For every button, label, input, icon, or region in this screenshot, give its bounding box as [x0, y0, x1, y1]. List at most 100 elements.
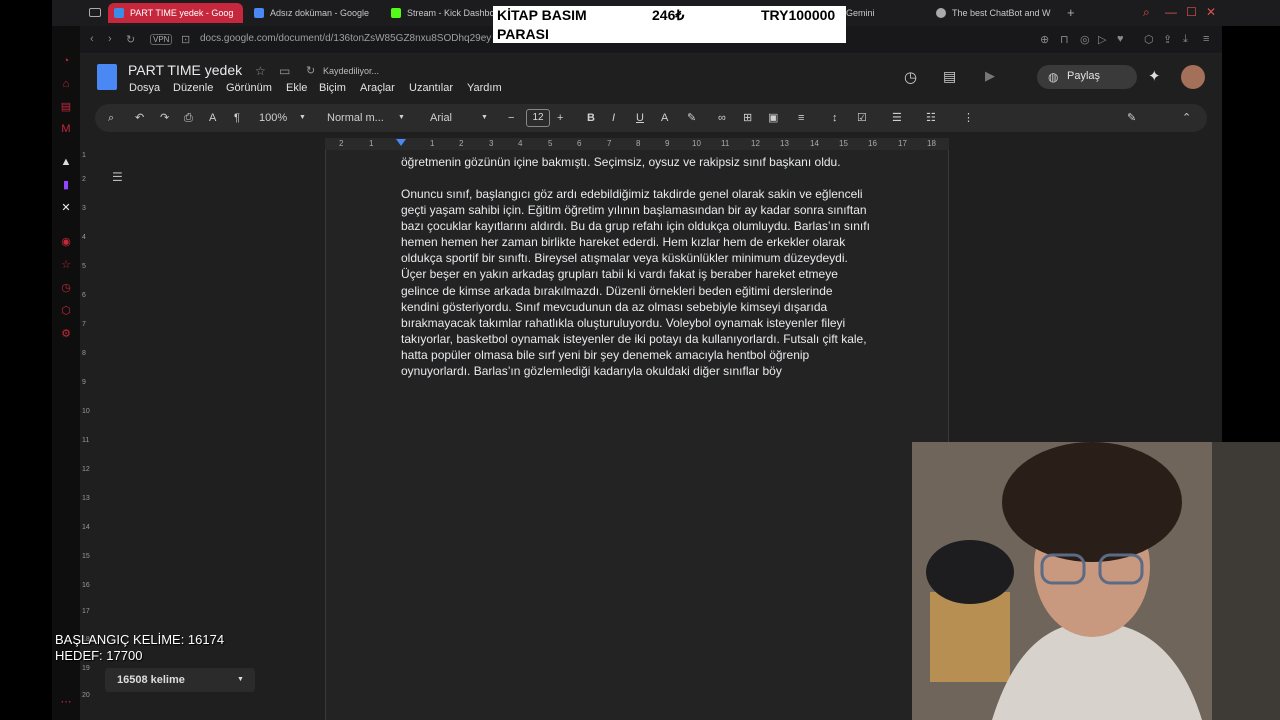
style-select[interactable]: Normal m...	[327, 112, 384, 124]
heart-icon[interactable]: ♥	[1117, 33, 1124, 45]
new-tab-button[interactable]: +	[1067, 5, 1075, 20]
paragraph-main: Onuncu sınıf, başlangıcı göz ardı edebil…	[401, 187, 870, 379]
close-window-icon[interactable]: ✕	[1206, 5, 1216, 19]
menu-bicim[interactable]: Biçim	[319, 82, 346, 94]
player-icon[interactable]: ▷	[1098, 33, 1106, 46]
tab-adsiz[interactable]: Adsız doküman - Google	[248, 3, 378, 23]
vruler-number: 2	[82, 176, 86, 183]
document-title[interactable]: PART TIME yedek	[128, 62, 242, 78]
move-folder-icon[interactable]: ▭	[279, 64, 290, 78]
bullet-list-icon[interactable]: ☰	[892, 112, 902, 124]
menu-yardim[interactable]: Yardım	[467, 82, 502, 94]
share-button[interactable]: ◍ Paylaş	[1037, 65, 1137, 89]
undo-icon[interactable]: ↶	[135, 112, 144, 124]
sidebar-bag-icon[interactable]: ⌂	[59, 77, 73, 91]
back-icon[interactable]: ‹	[90, 33, 94, 45]
word-count-label: 16508 kelime	[117, 674, 185, 686]
chevron-down-icon: ▼	[237, 676, 244, 683]
sidebar-chat-icon[interactable]: ▤	[59, 100, 73, 114]
search-menus-icon[interactable]: ⌕	[108, 112, 114, 124]
menu-duzenle[interactable]: Düzenle	[173, 82, 213, 94]
spellcheck-icon[interactable]: A	[209, 112, 216, 124]
forward-icon[interactable]: ›	[108, 33, 112, 45]
tab-chatbot[interactable]: The best ChatBot and W	[930, 3, 1060, 23]
sidebar-player-icon[interactable]: ◉	[59, 235, 73, 249]
sidebar-app-icon[interactable]: ▲	[59, 155, 73, 169]
redo-icon[interactable]: ↷	[160, 112, 169, 124]
add-comment-icon[interactable]: ⊞	[743, 112, 752, 124]
tab-kick[interactable]: Stream - Kick Dashbo	[385, 3, 493, 23]
menu-gorunum[interactable]: Görünüm	[226, 82, 272, 94]
more-options-icon[interactable]: ⋮	[963, 112, 974, 124]
banner-label-2: PARASI	[497, 26, 549, 42]
ruler-number: 5	[548, 139, 553, 148]
menu-dosya[interactable]: Dosya	[129, 82, 160, 94]
italic-icon[interactable]: I	[612, 112, 615, 124]
ruler-number: 7	[607, 139, 612, 148]
image-icon[interactable]: ▣	[768, 112, 778, 124]
search-tabs-icon[interactable]: ⌕	[1143, 5, 1150, 19]
underline-icon[interactable]: U	[636, 112, 644, 124]
sidebar-mail-icon[interactable]: M	[59, 122, 73, 136]
tab-part-time[interactable]: PART TIME yedek - Goog	[108, 3, 243, 23]
minimize-icon[interactable]: —	[1165, 5, 1177, 19]
ruler-number: 18	[927, 139, 936, 148]
zoom-icon[interactable]: ⊕	[1040, 33, 1049, 46]
sidebar-history-icon[interactable]: ◷	[59, 281, 73, 295]
vruler-number: 15	[82, 553, 90, 560]
pin-page-icon[interactable]: ⊓	[1060, 33, 1069, 46]
snapshot-icon[interactable]: ◎	[1080, 33, 1090, 46]
print-icon[interactable]: ⎙	[184, 112, 193, 124]
edit-mode-icon[interactable]: ✎	[1127, 112, 1136, 124]
vruler-number: 10	[82, 408, 90, 415]
gemini-icon[interactable]: ✦	[1148, 67, 1161, 85]
paint-format-icon[interactable]: ¶	[234, 112, 240, 124]
share-page-icon[interactable]: ⇪	[1163, 33, 1172, 46]
avatar[interactable]	[1181, 65, 1205, 89]
meet-icon[interactable]: ▶	[985, 68, 995, 84]
text-color-icon[interactable]: A	[661, 112, 668, 124]
outline-icon[interactable]: ☰	[112, 170, 123, 184]
version-history-icon[interactable]: ◷	[904, 68, 917, 86]
sidebar-speed-icon[interactable]: ◔	[59, 54, 73, 68]
link-icon[interactable]: ∞	[718, 112, 726, 124]
bold-icon[interactable]: B	[587, 112, 595, 124]
sidebar-pin-icon[interactable]: ☆	[59, 258, 73, 272]
checklist-icon[interactable]: ☑	[857, 112, 867, 124]
donation-banner: KİTAP BASIM 246₺ TRY100000 PARASI	[493, 6, 846, 43]
maximize-icon[interactable]: ☐	[1186, 5, 1197, 19]
collapse-icon[interactable]: ⌃	[1182, 112, 1191, 124]
vpn-badge[interactable]: VPN	[150, 34, 173, 45]
x-icon[interactable]: ✕	[59, 201, 73, 215]
font-size-input[interactable]: 12	[526, 109, 550, 127]
ruler-number: 9	[665, 139, 670, 148]
browser-menu-icon[interactable]: ≡	[1203, 33, 1209, 45]
font-select[interactable]: Arial	[430, 112, 452, 124]
star-icon[interactable]: ☆	[255, 64, 266, 78]
increase-font-icon[interactable]: +	[557, 112, 563, 124]
extensions-icon[interactable]: ⬡	[1144, 33, 1154, 46]
docs-logo-icon[interactable]	[97, 64, 117, 90]
numbered-list-icon[interactable]: ☷	[926, 112, 936, 124]
download-icon[interactable]: ⤓	[1183, 33, 1188, 46]
sidebar-more-icon[interactable]: ⋯	[59, 695, 73, 709]
url-field[interactable]: docs.google.com/document/d/136tonZsW85GZ…	[200, 33, 491, 44]
menu-araclar[interactable]: Araçlar	[360, 82, 395, 94]
line-spacing-icon[interactable]: ↕	[832, 112, 838, 124]
sidebar-box-icon[interactable]: ⬡	[59, 304, 73, 318]
ruler-number: 16	[868, 139, 877, 148]
workspaces-icon[interactable]	[89, 8, 101, 17]
indent-marker-icon[interactable]	[396, 139, 406, 146]
target-word-count: HEDEF: 17700	[55, 648, 143, 663]
sidebar-settings-icon[interactable]: ⚙	[59, 327, 73, 341]
decrease-font-icon[interactable]: −	[508, 112, 514, 124]
zoom-select[interactable]: 100%	[259, 112, 287, 124]
twitch-icon[interactable]: ▮	[59, 178, 73, 192]
menu-ekle[interactable]: Ekle	[286, 82, 307, 94]
menu-uzantilar[interactable]: Uzantılar	[409, 82, 453, 94]
align-icon[interactable]: ≡	[798, 112, 804, 124]
word-count-widget[interactable]: 16508 kelime ▼	[105, 668, 255, 692]
highlight-icon[interactable]: ✎	[687, 112, 696, 124]
reload-icon[interactable]: ↻	[126, 33, 135, 46]
comments-icon[interactable]: ▤	[943, 68, 956, 85]
